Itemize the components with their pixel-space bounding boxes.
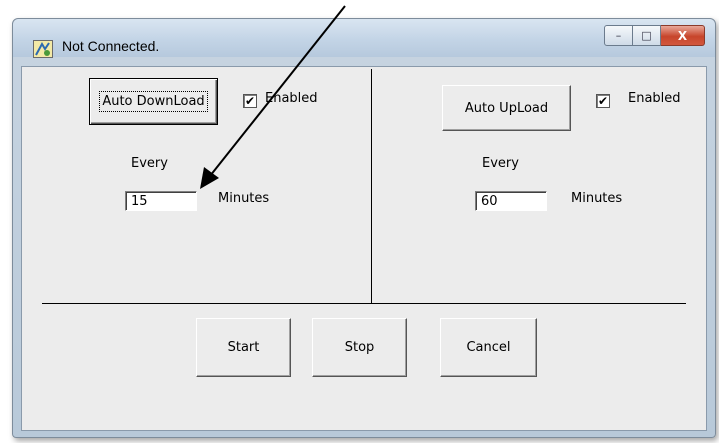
stop-label: Stop	[344, 340, 375, 355]
upload-minutes-label: Minutes	[571, 191, 623, 206]
download-minutes-label: Minutes	[218, 191, 270, 206]
download-minutes-input[interactable]: 15	[125, 191, 197, 211]
auto-upload-label: Auto UpLoad	[464, 100, 549, 116]
upload-enabled-label: Enabled	[628, 91, 681, 106]
check-icon: ✔	[597, 94, 609, 108]
cancel-label: Cancel	[466, 340, 511, 355]
upload-every-label: Every	[482, 156, 519, 171]
window-title: Not Connected.	[62, 38, 160, 54]
auto-download-button[interactable]: Auto DownLoad	[89, 78, 218, 125]
stop-button[interactable]: Stop	[312, 318, 407, 377]
check-icon: ✔	[244, 94, 256, 108]
minimize-button[interactable]: –	[604, 25, 633, 46]
maximize-icon: □	[641, 29, 652, 42]
download-every-label: Every	[131, 156, 168, 171]
close-button[interactable]: X	[661, 25, 705, 46]
auto-upload-button[interactable]: Auto UpLoad	[442, 85, 571, 131]
upload-enabled-checkbox[interactable]: ✔	[596, 94, 610, 108]
app-window: Not Connected. – □ X Auto DownLoad ✔ Ena…	[12, 18, 716, 438]
auto-download-label: Auto DownLoad	[99, 91, 208, 112]
start-label: Start	[227, 340, 260, 355]
app-icon	[33, 40, 53, 58]
download-enabled-label: Enabled	[265, 91, 318, 106]
start-button[interactable]: Start	[196, 318, 291, 377]
minimize-icon: –	[615, 29, 622, 42]
download-enabled-checkbox[interactable]: ✔	[243, 94, 257, 108]
vertical-divider	[371, 69, 372, 304]
upload-minutes-input[interactable]: 60	[475, 191, 547, 211]
close-icon: X	[677, 28, 688, 43]
dialog-client-area: Auto DownLoad ✔ Enabled Every 15 Minutes…	[21, 66, 707, 431]
horizontal-divider	[42, 303, 686, 304]
title-bar[interactable]: Not Connected. – □ X	[13, 19, 715, 58]
maximize-button[interactable]: □	[633, 25, 661, 46]
cancel-button[interactable]: Cancel	[440, 318, 537, 377]
